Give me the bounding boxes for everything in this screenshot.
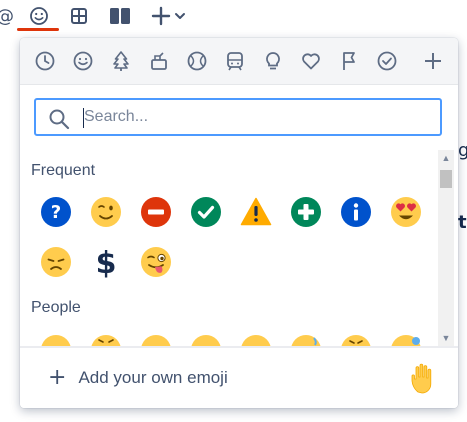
scrollbar-thumb[interactable] xyxy=(440,170,452,188)
add-your-own-emoji-button[interactable]: + Add your own emoji xyxy=(48,366,228,390)
emoji-dollar[interactable]: $ xyxy=(90,246,122,278)
background-text-fragment: g xyxy=(458,140,467,161)
emoji-people-partial[interactable] xyxy=(390,334,422,346)
emoji-info[interactable] xyxy=(340,196,372,228)
category-recent[interactable] xyxy=(33,49,57,73)
add-your-own-emoji-label: Add your own emoji xyxy=(78,368,228,387)
emoji-check[interactable] xyxy=(190,196,222,228)
emoji-search-box xyxy=(34,98,442,136)
layout-columns-icon xyxy=(110,8,130,24)
table-icon xyxy=(71,8,87,24)
emoji-icon xyxy=(30,7,48,25)
category-flags[interactable] xyxy=(337,49,361,73)
objects-bulb-icon xyxy=(266,52,280,70)
emoji-people-partial[interactable] xyxy=(190,334,222,346)
emoji-picker-footer: + Add your own emoji xyxy=(20,346,458,408)
face-icon xyxy=(391,335,421,346)
insert-plus-icon xyxy=(151,6,170,26)
face-icon xyxy=(241,335,271,346)
face-icon xyxy=(191,335,221,346)
disappointed-face-icon xyxy=(41,247,71,277)
emoji-plus[interactable] xyxy=(290,196,322,228)
emoji-people-partial[interactable] xyxy=(40,334,72,346)
layout-toolbar-button[interactable] xyxy=(108,4,132,28)
search-icon xyxy=(49,109,70,130)
category-objects[interactable] xyxy=(261,49,285,73)
symbols-heart-icon xyxy=(302,53,320,70)
section-title-frequent: Frequent xyxy=(31,162,96,179)
emoji-minus[interactable] xyxy=(140,196,172,228)
warning-triangle-icon xyxy=(240,197,272,226)
face-icon xyxy=(291,335,321,346)
emoji-people-partial[interactable] xyxy=(90,334,122,346)
category-productivity[interactable] xyxy=(375,49,399,73)
svg-text:?: ? xyxy=(51,202,61,223)
background-text-fragment: t xyxy=(458,212,467,233)
category-symbols[interactable] xyxy=(299,49,323,73)
tone-selector-button[interactable] xyxy=(408,362,440,394)
emoji-tongue-wink[interactable] xyxy=(140,246,172,278)
nature-tree-icon xyxy=(113,51,129,71)
emoji-people-partial[interactable] xyxy=(240,334,272,346)
face-icon xyxy=(91,335,121,346)
emoji-people-partial[interactable] xyxy=(140,334,172,346)
scroll-up-arrow-icon[interactable]: ▲ xyxy=(438,150,454,166)
category-activity[interactable] xyxy=(185,49,209,73)
emoji-people-partial[interactable] xyxy=(340,334,372,346)
food-icon xyxy=(151,52,167,70)
info-circle-icon xyxy=(341,197,371,227)
mention-icon[interactable]: @ xyxy=(0,6,14,27)
emoji-wink[interactable] xyxy=(90,196,122,228)
category-add[interactable] xyxy=(421,49,445,73)
check-circle-icon xyxy=(191,197,221,227)
table-toolbar-button[interactable] xyxy=(68,4,90,28)
recent-clock-icon xyxy=(35,51,55,71)
tongue-wink-face-icon xyxy=(141,247,171,277)
raised-hand-icon xyxy=(411,363,432,394)
emoji-toolbar-button[interactable] xyxy=(27,4,51,28)
category-travel[interactable] xyxy=(223,49,247,73)
productivity-check-icon xyxy=(377,51,397,71)
heart-eyes-face-icon xyxy=(391,197,421,227)
winking-face-icon xyxy=(91,197,121,227)
emoji-search-input[interactable] xyxy=(84,106,424,128)
face-icon xyxy=(141,335,171,346)
plus-circle-icon xyxy=(291,197,321,227)
chevron-down-icon xyxy=(174,13,185,19)
face-icon xyxy=(341,335,371,346)
section-title-people: People xyxy=(31,299,81,316)
travel-train-icon xyxy=(227,52,243,71)
question-circle-icon: ? xyxy=(41,197,71,227)
category-people[interactable] xyxy=(71,49,95,73)
activity-ball-icon xyxy=(187,51,207,71)
emoji-people-partial[interactable] xyxy=(290,334,322,346)
category-nature[interactable] xyxy=(109,49,133,73)
scroll-down-arrow-icon[interactable]: ▼ xyxy=(438,330,454,346)
emoji-disappointed[interactable] xyxy=(40,246,72,278)
active-tool-underline xyxy=(17,28,59,31)
category-food[interactable] xyxy=(147,49,171,73)
minus-circle-icon xyxy=(141,197,171,227)
face-icon xyxy=(41,335,71,346)
svg-text:$: $ xyxy=(96,246,117,278)
people-smiley-icon xyxy=(73,51,93,71)
dollar-sign-icon: $ xyxy=(96,246,117,278)
emoji-heart-eyes[interactable] xyxy=(390,196,422,228)
insert-menu-button[interactable] xyxy=(148,4,188,28)
emoji-list: Frequent ? $ People xyxy=(20,150,440,346)
emoji-picker-popup: Frequent ? $ xyxy=(20,38,458,408)
plus-icon: + xyxy=(48,365,67,390)
emoji-list-scrollbar[interactable]: ▲ ▼ xyxy=(438,150,454,346)
emoji-question[interactable]: ? xyxy=(40,196,72,228)
emoji-warning[interactable] xyxy=(240,196,272,228)
editor-toolbar: @ xyxy=(0,0,467,36)
add-category-plus-icon xyxy=(425,53,441,69)
flags-icon xyxy=(343,52,355,70)
emoji-category-bar xyxy=(20,38,458,85)
